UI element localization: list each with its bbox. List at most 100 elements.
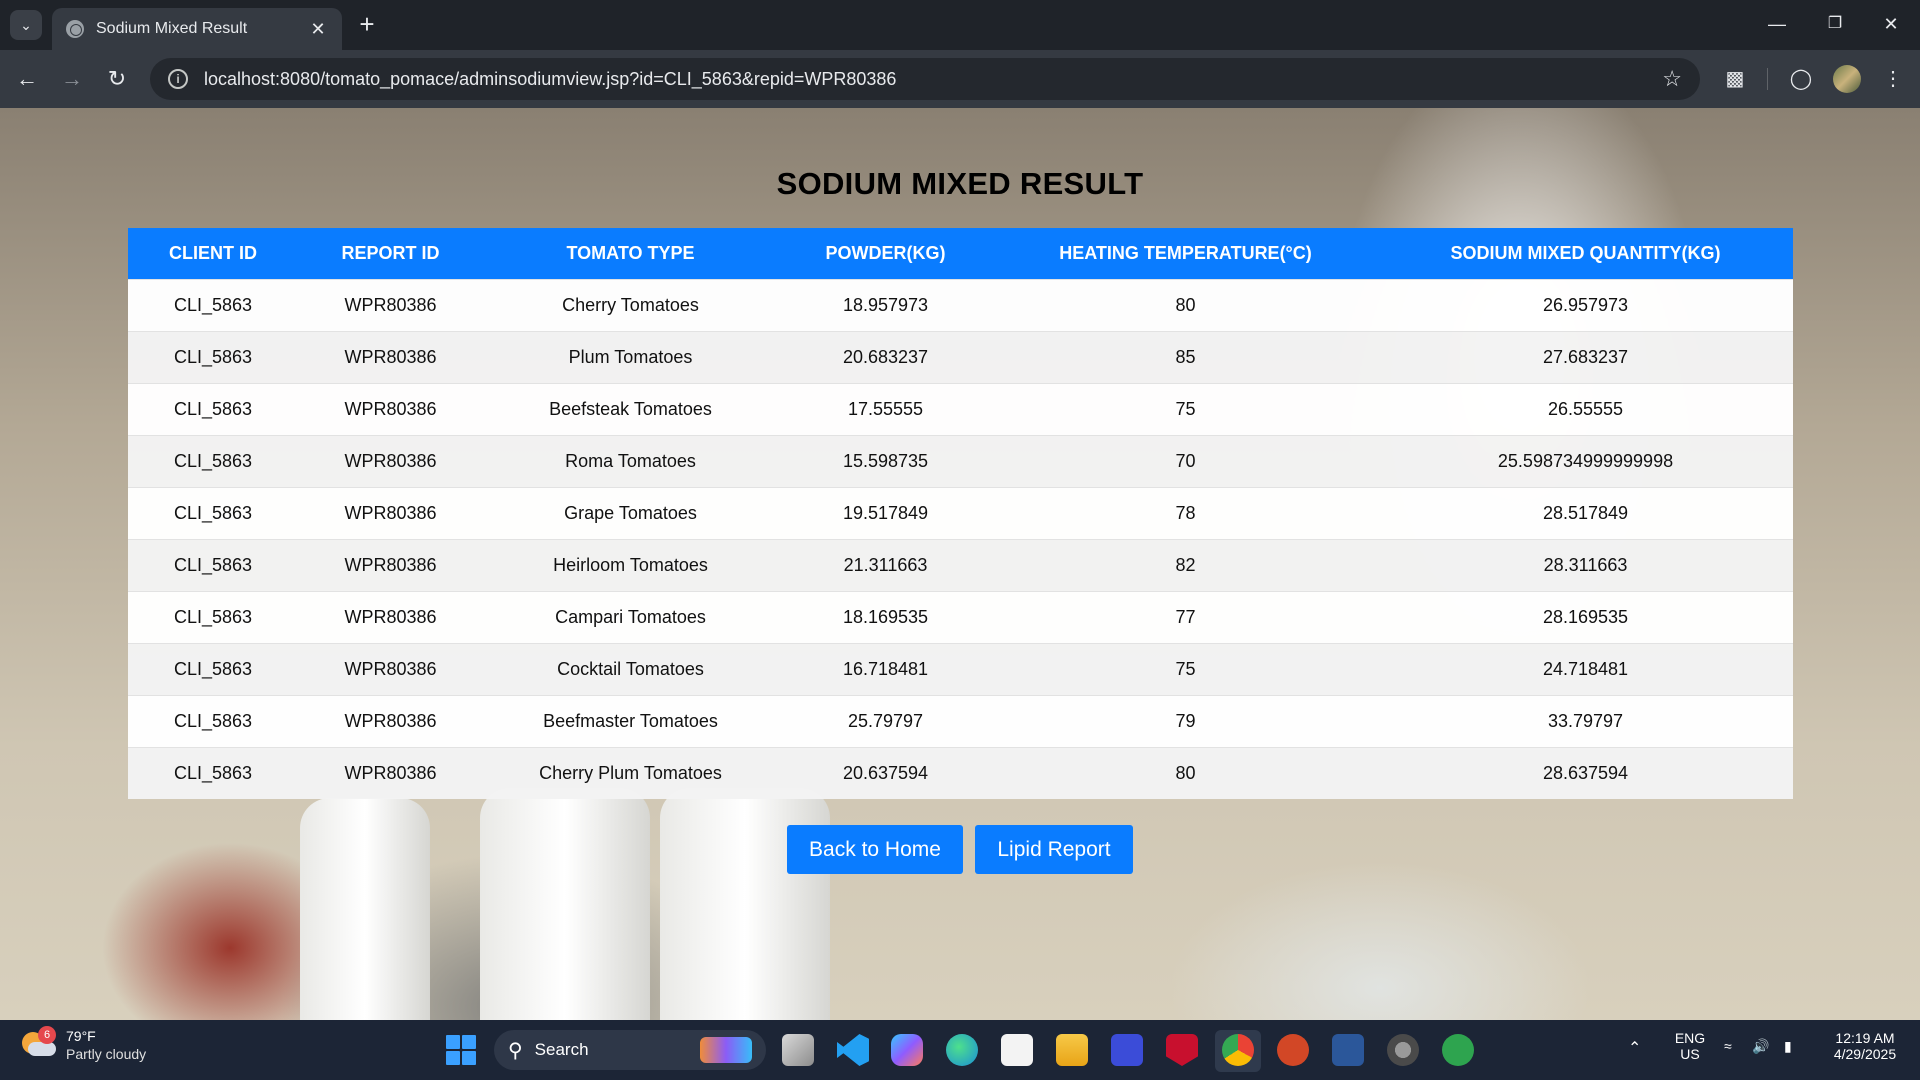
bookmark-star-icon[interactable]: ☆ bbox=[1662, 66, 1682, 92]
window-close-button[interactable]: ✕ bbox=[1866, 6, 1916, 42]
table-row: CLI_5863 WPR80386 Heirloom Tomatoes 21.3… bbox=[128, 538, 1793, 591]
tab-title: Sodium Mixed Result bbox=[96, 20, 248, 37]
minimize-button[interactable]: — bbox=[1752, 6, 1802, 42]
task-view-icon[interactable] bbox=[782, 1034, 814, 1066]
vscode-icon[interactable] bbox=[837, 1034, 869, 1066]
cell-heating-temperature: 70 bbox=[993, 434, 1378, 487]
cell-powder: 19.517849 bbox=[778, 486, 993, 539]
browser-toolbar: ← → ↻ i localhost:8080/tomato_pomace/adm… bbox=[0, 50, 1920, 108]
clock[interactable]: 12:19 AM 4/29/2025 bbox=[1820, 1030, 1910, 1062]
show-hidden-icons-chevron-icon[interactable]: ⌃ bbox=[1628, 1038, 1641, 1058]
cell-heating-temperature: 80 bbox=[993, 278, 1378, 331]
cell-report-id: WPR80386 bbox=[298, 642, 483, 695]
clock-date: 4/29/2025 bbox=[1833, 1046, 1897, 1062]
cell-powder: 15.598735 bbox=[778, 434, 993, 487]
menu-kebab-icon[interactable]: ⋮ bbox=[1876, 62, 1910, 96]
performance-icon[interactable]: ◯ bbox=[1784, 62, 1818, 96]
cell-heating-temperature: 79 bbox=[993, 694, 1378, 747]
column-header-sodium-quantity: SODIUM MIXED QUANTITY(KG) bbox=[1378, 228, 1793, 279]
notification-badge: 6 bbox=[38, 1026, 56, 1044]
cell-tomato-type: Roma Tomatoes bbox=[483, 434, 778, 487]
battery-icon[interactable]: ▮ bbox=[1784, 1038, 1792, 1055]
table-row: CLI_5863 WPR80386 Grape Tomatoes 19.5178… bbox=[128, 486, 1793, 539]
word-icon[interactable] bbox=[1332, 1034, 1364, 1066]
cell-client-id: CLI_5863 bbox=[128, 642, 298, 695]
site-info-icon[interactable]: i bbox=[168, 69, 188, 89]
cell-client-id: CLI_5863 bbox=[128, 746, 298, 799]
mcafee-icon[interactable] bbox=[1166, 1034, 1198, 1066]
browser-tab-active[interactable]: Sodium Mixed Result ✕ bbox=[52, 8, 342, 50]
cell-report-id: WPR80386 bbox=[298, 434, 483, 487]
cell-sodium-quantity: 28.517849 bbox=[1378, 486, 1793, 539]
toolbar-divider bbox=[1767, 68, 1768, 90]
edge-icon[interactable] bbox=[946, 1034, 978, 1066]
cell-client-id: CLI_5863 bbox=[128, 538, 298, 591]
cell-sodium-quantity: 27.683237 bbox=[1378, 330, 1793, 383]
tab-search-button[interactable]: ⌄ bbox=[10, 10, 42, 40]
cell-sodium-quantity: 26.55555 bbox=[1378, 382, 1793, 435]
forward-arrow-icon[interactable]: → bbox=[55, 62, 89, 96]
cell-heating-temperature: 78 bbox=[993, 486, 1378, 539]
table-row: CLI_5863 WPR80386 Beefmaster Tomatoes 25… bbox=[128, 694, 1793, 747]
cell-tomato-type: Cherry Tomatoes bbox=[483, 278, 778, 331]
cell-powder: 18.169535 bbox=[778, 590, 993, 643]
close-icon[interactable]: ✕ bbox=[308, 19, 328, 40]
cell-report-id: WPR80386 bbox=[298, 382, 483, 435]
column-header-report-id: REPORT ID bbox=[298, 228, 483, 279]
back-to-home-button[interactable]: Back to Home bbox=[787, 825, 963, 874]
cell-report-id: WPR80386 bbox=[298, 278, 483, 331]
copilot-icon[interactable] bbox=[891, 1034, 923, 1066]
url-text[interactable]: localhost:8080/tomato_pomace/adminsodium… bbox=[204, 69, 1662, 90]
cell-report-id: WPR80386 bbox=[298, 330, 483, 383]
search-label: Search bbox=[534, 1040, 589, 1059]
powerpoint-icon[interactable] bbox=[1277, 1034, 1309, 1066]
cell-tomato-type: Beefsteak Tomatoes bbox=[483, 382, 778, 435]
cell-tomato-type: Cocktail Tomatoes bbox=[483, 642, 778, 695]
profile-avatar[interactable] bbox=[1833, 65, 1861, 93]
back-arrow-icon[interactable]: ← bbox=[10, 62, 44, 96]
cell-heating-temperature: 85 bbox=[993, 330, 1378, 383]
table-row: CLI_5863 WPR80386 Cocktail Tomatoes 16.7… bbox=[128, 642, 1793, 695]
chrome-icon[interactable] bbox=[1222, 1034, 1254, 1066]
table-row: CLI_5863 WPR80386 Cherry Plum Tomatoes 2… bbox=[128, 746, 1793, 799]
address-bar[interactable]: i localhost:8080/tomato_pomace/adminsodi… bbox=[150, 58, 1700, 100]
cell-tomato-type: Plum Tomatoes bbox=[483, 330, 778, 383]
cell-report-id: WPR80386 bbox=[298, 694, 483, 747]
cell-powder: 17.55555 bbox=[778, 382, 993, 435]
table-row: CLI_5863 WPR80386 Campari Tomatoes 18.16… bbox=[128, 590, 1793, 643]
restore-button[interactable]: ❐ bbox=[1810, 6, 1860, 42]
globe-icon bbox=[66, 20, 84, 38]
windows-start-icon[interactable] bbox=[446, 1035, 476, 1065]
extensions-puzzle-icon[interactable]: ▩ bbox=[1718, 62, 1752, 96]
cell-tomato-type: Cherry Plum Tomatoes bbox=[483, 746, 778, 799]
cell-client-id: CLI_5863 bbox=[128, 486, 298, 539]
store-icon[interactable] bbox=[1001, 1034, 1033, 1066]
weather-widget[interactable]: 6 79°F Partly cloudy bbox=[22, 1026, 146, 1062]
cell-client-id: CLI_5863 bbox=[128, 382, 298, 435]
background-bottle bbox=[660, 788, 830, 1020]
search-icon: ⚲ bbox=[508, 1039, 523, 1062]
cell-sodium-quantity: 26.957973 bbox=[1378, 278, 1793, 331]
app-icon[interactable] bbox=[1111, 1034, 1143, 1066]
hs-app-icon[interactable] bbox=[1442, 1034, 1474, 1066]
new-tab-button[interactable]: + bbox=[352, 10, 382, 40]
cell-client-id: CLI_5863 bbox=[128, 694, 298, 747]
cell-powder: 25.79797 bbox=[778, 694, 993, 747]
reload-icon[interactable]: ↻ bbox=[100, 62, 134, 96]
language-indicator[interactable]: ENG US bbox=[1668, 1030, 1712, 1062]
volume-icon[interactable]: 🔊 bbox=[1752, 1038, 1769, 1055]
column-header-client-id: CLIENT ID bbox=[128, 228, 298, 279]
column-header-tomato-type: TOMATO TYPE bbox=[483, 228, 778, 279]
cell-client-id: CLI_5863 bbox=[128, 590, 298, 643]
lipid-report-button[interactable]: Lipid Report bbox=[975, 825, 1133, 874]
settings-gear-icon[interactable] bbox=[1387, 1034, 1419, 1066]
windows-taskbar: 6 79°F Partly cloudy ⚲ Search ⌃ ENG US ≈… bbox=[0, 1020, 1920, 1080]
wifi-icon[interactable]: ≈ bbox=[1724, 1038, 1732, 1054]
cell-heating-temperature: 75 bbox=[993, 382, 1378, 435]
cell-sodium-quantity: 24.718481 bbox=[1378, 642, 1793, 695]
cell-tomato-type: Heirloom Tomatoes bbox=[483, 538, 778, 591]
cell-client-id: CLI_5863 bbox=[128, 330, 298, 383]
cell-tomato-type: Beefmaster Tomatoes bbox=[483, 694, 778, 747]
file-explorer-icon[interactable] bbox=[1056, 1034, 1088, 1066]
taskbar-search[interactable]: ⚲ Search bbox=[494, 1030, 766, 1070]
